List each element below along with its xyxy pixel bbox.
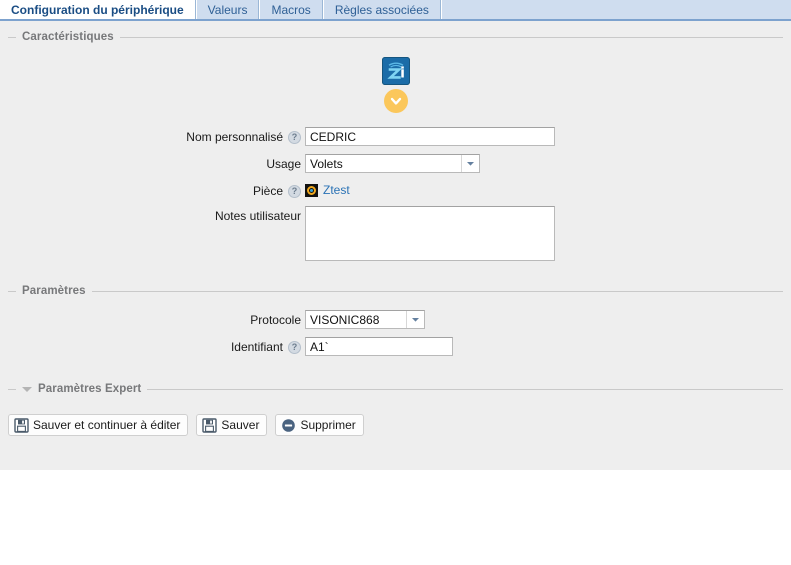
field-label: Protocole [250,313,301,327]
field-row-identifiant: Identifiant ? [8,337,783,356]
usage-select[interactable]: Volets [305,154,480,173]
tab-label: Macros [271,4,310,16]
protocole-selected-value: VISONIC868 [306,313,406,327]
field-label: Identifiant [231,340,283,354]
chevron-down-icon[interactable] [406,311,424,328]
label-nom-personnalise: Nom personnalisé ? [8,127,305,144]
section-rule-stub [8,291,16,292]
field-control: Ztest [305,181,783,197]
usage-selected-value: Volets [306,157,461,171]
tab-valeurs[interactable]: Valeurs [196,0,260,19]
room-icon [305,184,318,197]
floppy-disk-icon [202,418,217,433]
tab-label: Règles associées [335,4,429,16]
field-row-piece: Pièce ? Ztest [8,181,783,198]
section-rule-stub [8,389,16,390]
tab-configuration-du-peripherique[interactable]: Configuration du périphérique [0,0,196,19]
notes-utilisateur-textarea[interactable] [305,206,555,261]
field-control: VISONIC868 [305,310,783,329]
section-rule-stub [8,37,16,38]
minus-circle-icon [281,418,296,433]
label-identifiant: Identifiant ? [8,337,305,354]
help-icon[interactable]: ? [288,341,301,354]
section-rule [147,389,783,390]
piece-link-label[interactable]: Ztest [323,183,350,197]
field-row-nom-personnalise: Nom personnalisé ? [8,127,783,146]
device-configuration-panel: Caractéristiques [0,21,791,470]
label-notes-utilisateur: Notes utilisateur [8,206,305,223]
section-header: Caractéristiques [8,30,783,44]
section-title: Paramètres [16,285,92,297]
section-header[interactable]: Paramètres Expert [8,382,783,396]
action-button-bar: Sauver et continuer à éditer Sauver [0,396,791,436]
label-usage: Usage [8,154,305,171]
field-row-usage: Usage Volets [8,154,783,173]
label-piece: Pièce ? [8,181,305,198]
label-protocole: Protocole [8,310,305,327]
tab-regles-associees[interactable]: Règles associées [323,0,441,19]
section-title: Paramètres Expert [32,383,147,395]
save-button[interactable]: Sauver [196,414,267,436]
zibase-device-icon[interactable] [382,57,410,85]
field-label: Notes utilisateur [215,209,301,223]
section-parametres-expert: Paramètres Expert [8,364,783,396]
tab-bar-filler [441,0,791,19]
field-label: Nom personnalisé [186,130,283,144]
save-and-continue-button[interactable]: Sauver et continuer à éditer [8,414,188,436]
tab-label: Valeurs [208,4,248,16]
identifiant-input[interactable] [305,337,453,356]
field-label: Pièce [253,184,283,198]
field-row-notes-utilisateur: Notes utilisateur [8,206,783,264]
nom-personnalise-input[interactable] [305,127,555,146]
help-icon[interactable]: ? [288,131,301,144]
chevron-down-icon[interactable] [461,155,479,172]
protocole-select[interactable]: VISONIC868 [305,310,425,329]
piece-value[interactable]: Ztest [305,181,783,197]
chevron-down-icon[interactable] [384,89,408,113]
tab-label: Configuration du périphérique [11,4,184,16]
help-icon[interactable]: ? [288,185,301,198]
button-label: Sauver et continuer à éditer [33,418,180,432]
field-control [305,206,783,264]
field-label: Usage [266,157,301,171]
section-header: Paramètres [8,284,783,298]
button-label: Sauver [221,418,259,432]
field-control [305,127,783,146]
caracteristiques-form: Nom personnalisé ? Usage Volets [8,127,783,264]
device-icon-group [8,57,783,113]
field-control: Volets [305,154,783,173]
section-caracteristiques: Caractéristiques [8,21,783,264]
tab-bar: Configuration du périphérique Valeurs Ma… [0,0,791,21]
field-row-protocole: Protocole VISONIC868 [8,310,783,329]
section-parametres: Paramètres Protocole VISONIC868 [8,272,783,356]
section-rule [92,291,783,292]
section-rule [120,37,783,38]
field-control [305,337,783,356]
chevron-down-icon[interactable] [22,387,32,392]
delete-button[interactable]: Supprimer [275,414,363,436]
parametres-form: Protocole VISONIC868 Identifiant [8,310,783,356]
section-title: Caractéristiques [16,31,120,43]
button-label: Supprimer [300,418,355,432]
tab-macros[interactable]: Macros [259,0,322,19]
floppy-disk-icon [14,418,29,433]
